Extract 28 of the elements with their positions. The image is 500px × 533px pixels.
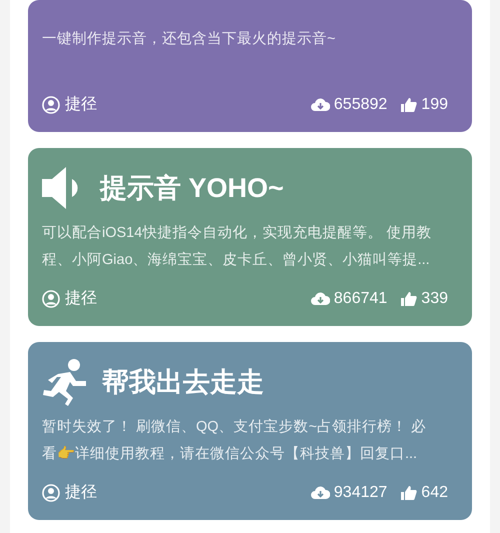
like-count: 339 — [421, 289, 448, 309]
cloud-download-icon — [310, 98, 330, 112]
user-icon — [42, 96, 60, 114]
card-title: 提示音 YOHO~ — [100, 172, 284, 205]
card-title: 帮我出去走走 — [102, 366, 264, 399]
card-background[interactable]: 一键制作提示音，还包含当下最火的提示音~ 捷径 655892 199 — [28, 0, 472, 132]
cloud-download-icon — [310, 292, 330, 306]
download-count: 866741 — [334, 289, 388, 309]
description-text: 暂时失效了！ 刷微信、QQ、支付宝步数~占领排行榜！ 必 — [42, 418, 428, 437]
author-text: 捷径 — [65, 482, 97, 503]
description-text: 程、小阿Giao、海绵宝宝、皮卡丘、曾小贤、小猫叫等提... — [42, 250, 431, 270]
cloud-download-icon — [310, 486, 330, 500]
author-text: 捷径 — [65, 288, 97, 309]
user-icon — [42, 484, 60, 502]
user-icon — [42, 290, 60, 308]
author-text: 捷径 — [65, 94, 97, 115]
download-count: 934127 — [334, 483, 388, 503]
thumbs-up-icon — [401, 291, 418, 307]
like-count: 199 — [421, 95, 448, 115]
description-text: 一键制作提示音，还包含当下最火的提示音~ — [42, 30, 336, 49]
description-text: 可以配合iOS14快捷指令自动化，实现充电提醒等。 使用教 — [42, 224, 432, 243]
card-background[interactable]: 提示音 YOHO~ 可以配合iOS14快捷指令自动化，实现充电提醒等。 使用教 程、小阿Giao、海绵宝宝、皮卡丘、曾小贤、小猫叫等提... 捷径 866741 339 — [28, 148, 472, 326]
thumbs-up-icon — [401, 485, 418, 501]
thumbs-up-icon — [401, 97, 418, 113]
description-text: 看👉详细使用教程，请在微信公众号【科技兽】回复口... — [42, 444, 418, 464]
like-count: 642 — [421, 483, 448, 503]
card-background[interactable]: 帮我出去走走 暂时失效了！ 刷微信、QQ、支付宝步数~占领排行榜！ 必 看👉详细使用教程，请在微信公众号【科技兽】回复口... 捷径 934127 642 — [28, 342, 472, 520]
download-count: 655892 — [334, 95, 388, 115]
